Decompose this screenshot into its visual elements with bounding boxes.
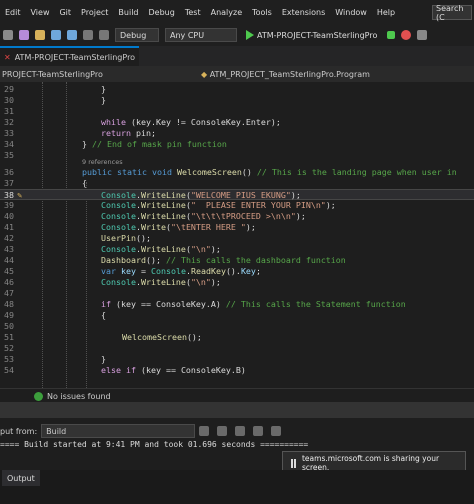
- editor-status-line: No issues found: [0, 388, 474, 403]
- undo-icon[interactable]: [83, 30, 93, 40]
- issues-status[interactable]: No issues found: [47, 392, 111, 401]
- hot-reload-icon[interactable]: [401, 30, 412, 40]
- start-without-debugging-icon[interactable]: [387, 31, 396, 39]
- menu-edit[interactable]: Edit: [0, 8, 26, 17]
- menu-window[interactable]: Window: [330, 8, 372, 17]
- code-line: 36 public static void WelcomeScreen() // …: [4, 167, 457, 177]
- code-line: 39 Console.WriteLine(" PLEASE ENTER YOUR …: [4, 200, 336, 210]
- project-dropdown[interactable]: PROJECT-TeamSterlingPro: [0, 70, 197, 79]
- navigation-bar: PROJECT-TeamSterlingPro ◆ ATM_PROJECT_Te…: [0, 66, 474, 82]
- code-line: 32 while (key.Key != ConsoleKey.Enter);: [4, 117, 281, 127]
- code-line: 29}: [4, 84, 106, 94]
- new-project-icon[interactable]: [19, 30, 29, 40]
- menu-build[interactable]: Build: [113, 8, 143, 17]
- output-text: ==== Build started at 9:41 PM and took 0…: [0, 440, 309, 449]
- code-line: 42 UserPin();: [4, 233, 151, 243]
- code-line: 49{: [4, 310, 106, 320]
- menu-view[interactable]: View: [26, 8, 55, 17]
- start-icon[interactable]: [246, 30, 254, 40]
- menu-git[interactable]: Git: [54, 8, 76, 17]
- code-line: 50: [4, 321, 14, 331]
- tab-program-cs[interactable]: ✕ ATM-PROJECT-TeamSterlingPro: [0, 46, 140, 66]
- code-line: 41 Console.Write("\tENTER HERE ");: [4, 222, 256, 232]
- code-line: 43 Console.WriteLine("\n");: [4, 244, 221, 254]
- code-line: 52: [4, 343, 14, 353]
- word-wrap-icon[interactable]: [271, 426, 282, 436]
- code-editor[interactable]: 29} 30} 31 32 while (key.Key != ConsoleKe…: [0, 82, 474, 388]
- code-line: 51 WelcomeScreen();: [4, 332, 202, 342]
- menu-bar: Edit View Git Project Build Debug Test A…: [0, 0, 474, 24]
- menu-test[interactable]: Test: [180, 8, 206, 17]
- next-message-icon[interactable]: [235, 426, 246, 436]
- menu-project[interactable]: Project: [76, 8, 113, 17]
- code-line: 53}: [4, 354, 106, 364]
- code-line: 44 Dashboard(); // This calls the dashboa…: [4, 255, 346, 265]
- output-source-dropdown[interactable]: Build: [41, 424, 196, 438]
- clear-all-icon[interactable]: [253, 426, 264, 436]
- code-line: 40 Console.WriteLine("\t\t\tPROCEED >\n\n…: [4, 211, 306, 221]
- check-icon: [34, 391, 43, 401]
- find-message-icon[interactable]: [199, 426, 210, 436]
- configuration-dropdown[interactable]: Debug: [115, 28, 159, 42]
- start-target-button[interactable]: ATM-PROJECT-TeamSterlingPro: [257, 31, 377, 40]
- toolbar: Debug Any CPU ATM-PROJECT-TeamSterlingPr…: [0, 24, 474, 46]
- code-line: 31: [4, 106, 14, 116]
- code-line: 46 Console.WriteLine("\n");: [4, 277, 221, 287]
- code-line: 47: [4, 288, 14, 298]
- code-line: 30}: [4, 95, 106, 105]
- tab-output[interactable]: Output: [2, 470, 40, 486]
- output-toolbar: put from: Build: [0, 421, 474, 441]
- code-line: 34} // End of mask pin function: [4, 139, 227, 149]
- platform-dropdown[interactable]: Any CPU: [165, 28, 237, 42]
- menu-analyze[interactable]: Analyze: [206, 8, 248, 17]
- output-source-label: put from:: [0, 426, 38, 436]
- pin-icon[interactable]: ✕: [4, 53, 11, 62]
- class-dropdown[interactable]: ◆ ATM_PROJECT_TeamSterlingPro.Program: [197, 70, 370, 79]
- open-folder-icon[interactable]: [35, 30, 45, 40]
- code-line: 54 else if (key == ConsoleKey.B): [4, 365, 246, 375]
- save-all-icon[interactable]: [67, 30, 77, 40]
- prev-message-icon[interactable]: [217, 426, 228, 436]
- bottom-bar: Output: [0, 470, 474, 504]
- code-line: 33 return pin;: [4, 128, 156, 138]
- redo-icon[interactable]: [99, 30, 109, 40]
- search-box[interactable]: Search (C: [432, 4, 472, 22]
- code-line: 48 if (key == ConsoleKey.A) // This calls…: [4, 299, 406, 309]
- document-tab-bar: ✕ ATM-PROJECT-TeamSterlingPro: [0, 46, 474, 66]
- code-line: 37{: [4, 178, 87, 188]
- code-line: 45 var key = Console.ReadKey().Key;: [4, 266, 261, 276]
- menu-help[interactable]: Help: [372, 8, 400, 17]
- navigate-back-icon[interactable]: [3, 30, 13, 40]
- save-icon[interactable]: [51, 30, 61, 40]
- menu-extensions[interactable]: Extensions: [277, 8, 330, 17]
- tab-label: ATM-PROJECT-TeamSterlingPro: [14, 52, 136, 62]
- toolbar-overflow-icon[interactable]: [417, 30, 428, 40]
- class-icon: ◆: [201, 69, 208, 79]
- codelens[interactable]: 9 references: [0, 158, 474, 167]
- panel-splitter[interactable]: [0, 402, 474, 418]
- references-codelens[interactable]: 9 references: [82, 158, 123, 167]
- menu-debug[interactable]: Debug: [144, 8, 180, 17]
- pause-icon: [291, 458, 296, 468]
- menu-tools[interactable]: Tools: [247, 8, 277, 17]
- current-code-line: 38 ✎ Console.WriteLine("WELCOME PIUS EKUNG…: [0, 189, 474, 200]
